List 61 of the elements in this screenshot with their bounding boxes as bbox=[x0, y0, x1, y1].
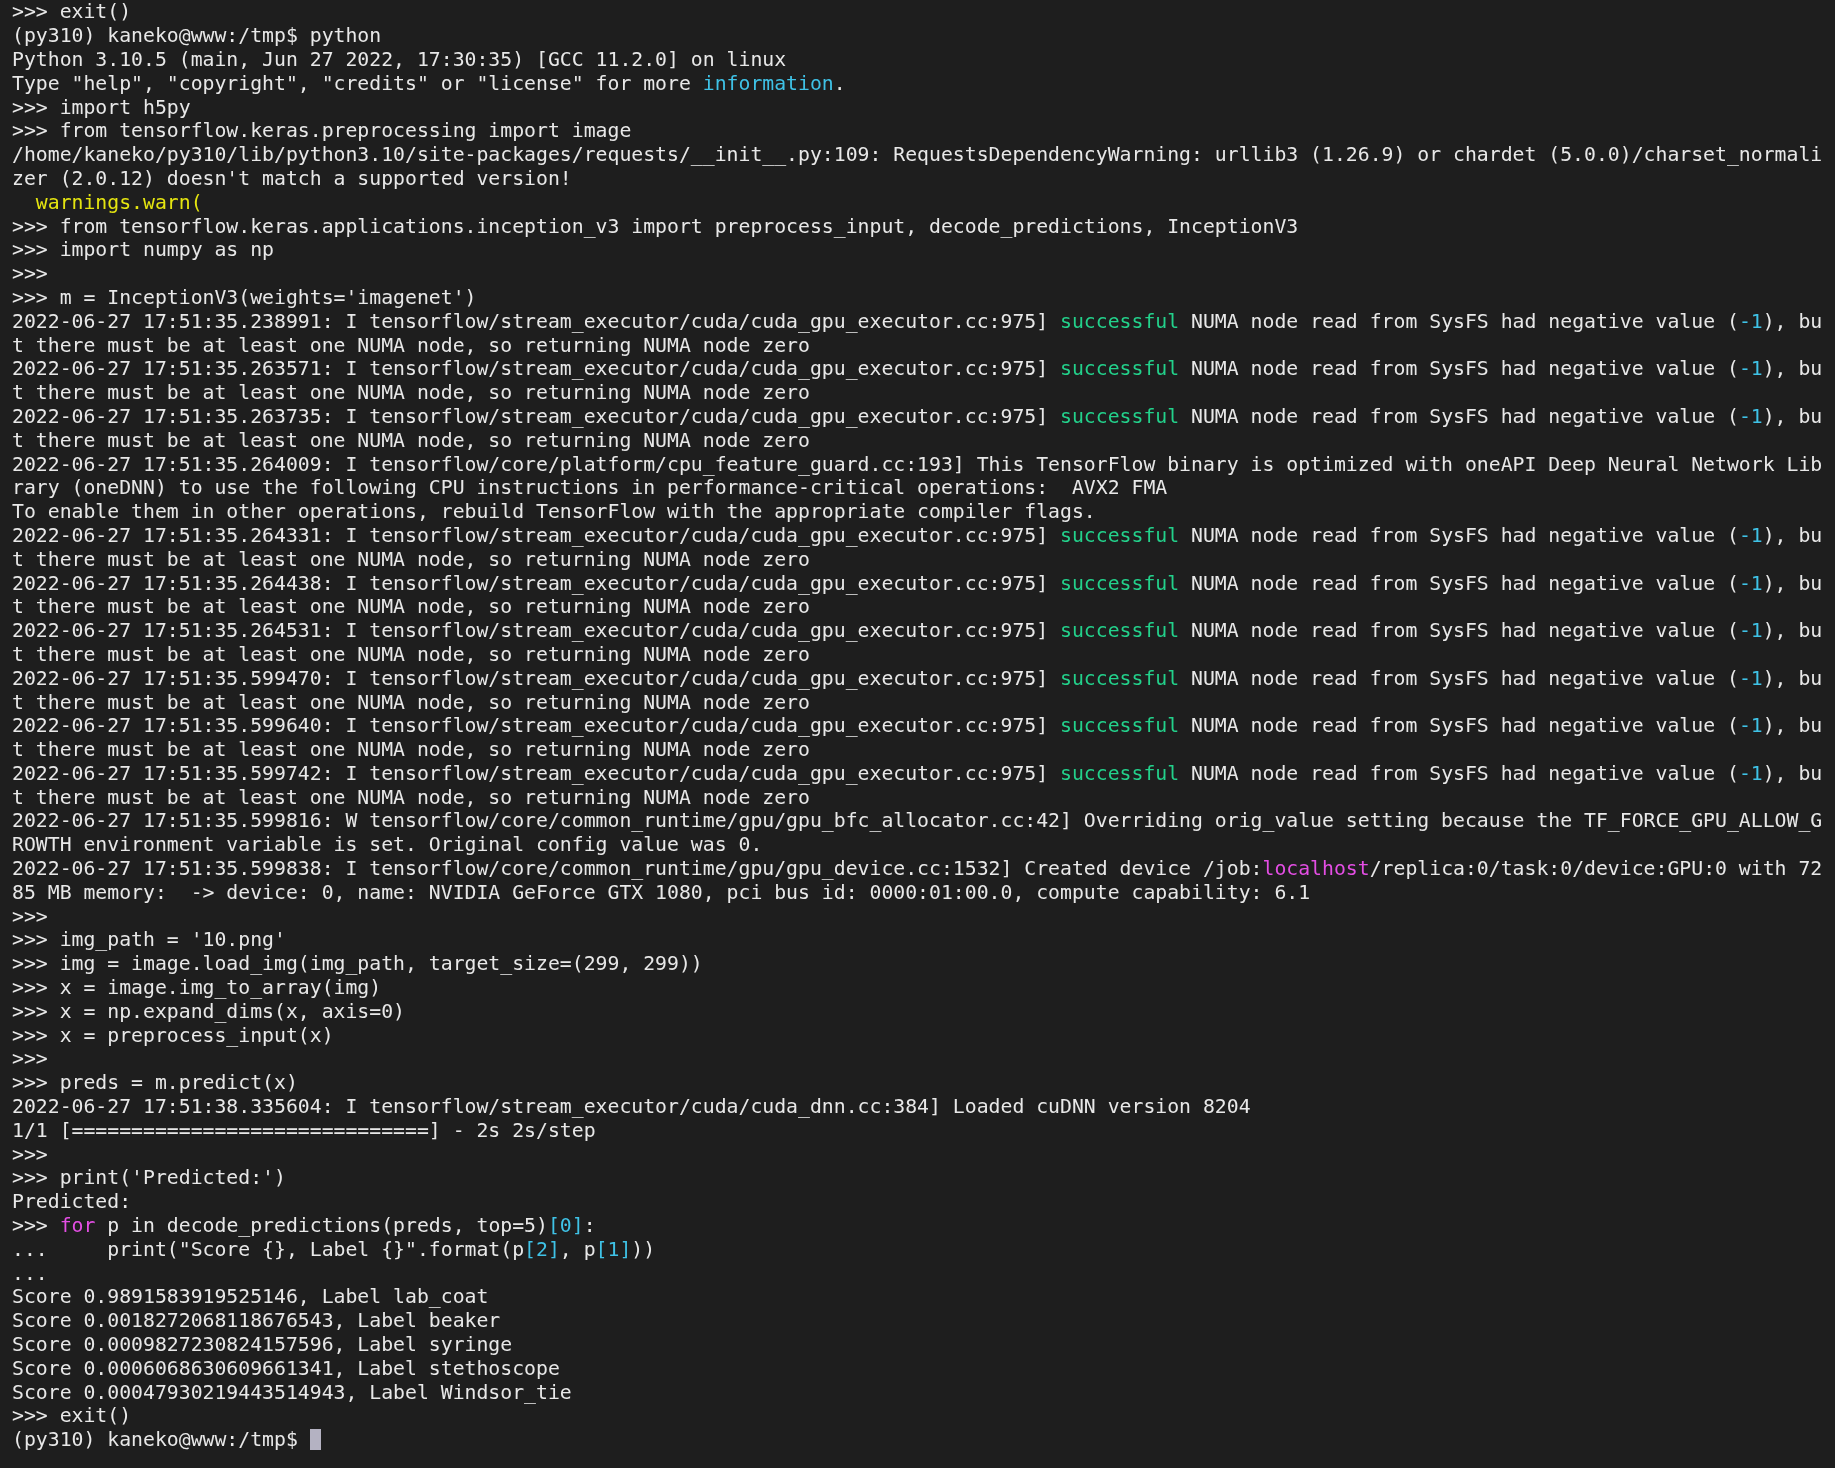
terminal-line: 2022-06-27 17:51:35.264009: I tensorflow/core/platform/cpu_feature_guard.cc:193] This TensorFlow binary is optimized with oneAPI Deep Neural Network Lib bbox=[12, 452, 1823, 476]
terminal-line: ROWTH environment variable is set. Original config value was 0. bbox=[12, 833, 763, 857]
terminal-line: 2022-06-27 17:51:35.264531: I tensorflow/stream_executor/cuda/cuda_gpu_executor.cc:975] successful NUMA node read from SysFS had negative value (-1), bu bbox=[12, 619, 1823, 643]
terminal-line: 2022-06-27 17:51:35.599838: I tensorflow/core/common_runtime/gpu/gpu_device.cc:1532] Created device /job:localhost/replica:0/task:0/device:GPU:0 with 72 bbox=[12, 857, 1823, 881]
terminal-line: Score 0.0009827230824157596, Label syringe bbox=[12, 1333, 513, 1356]
terminal-line: t there must be at least one NUMA node, so returning NUMA node zero bbox=[12, 381, 810, 405]
terminal-line: >>> preds = m.predict(x) bbox=[12, 1071, 298, 1095]
terminal-line: 2022-06-27 17:51:35.599816: W tensorflow/core/common_runtime/gpu/gpu_bfc_allocator.cc:42] Overriding orig_value setting because the TF_FORCE_GPU_ALLOW_G bbox=[12, 809, 1823, 833]
terminal-line: t there must be at least one NUMA node, so returning NUMA node zero bbox=[12, 738, 810, 762]
terminal-line: >>> bbox=[12, 262, 48, 286]
terminal-line: >>> x = image.img_to_array(img) bbox=[12, 976, 382, 1000]
terminal-line: >>> from tensorflow.keras.applications.inception_v3 import preprocess_input, decode_predictions, InceptionV3 bbox=[12, 214, 1299, 238]
terminal-line: t there must be at least one NUMA node, so returning NUMA node zero bbox=[12, 595, 810, 619]
terminal-line: Score 0.0018272068118676543, Label beaker bbox=[12, 1309, 501, 1333]
terminal-line: >>> exit() bbox=[12, 1404, 132, 1428]
terminal-line: >>> bbox=[12, 904, 48, 928]
terminal-line: 2022-06-27 17:51:38.335604: I tensorflow/stream_executor/cuda/cuda_dnn.cc:384] Loaded cuDNN version 8204 bbox=[12, 1095, 1251, 1119]
terminal-line: (py310) kaneko@www:/tmp$ bbox=[12, 1428, 299, 1452]
terminal-line: 2022-06-27 17:51:35.264438: I tensorflow/stream_executor/cuda/cuda_gpu_executor.cc:975] successful NUMA node read from SysFS had negative value (-1), bu bbox=[12, 571, 1823, 595]
terminal-line: >>> x = preprocess_input(x) bbox=[12, 1023, 334, 1047]
terminal-line: 85 MB memory: -> device: 0, name: NVIDIA GeForce GTX 1080, pci bus id: 0000:01:00.0, compute capability: 6.1 bbox=[12, 880, 1311, 904]
terminal-line: >>> import h5py bbox=[12, 95, 191, 119]
terminal-line: Score 0.9891583919525146, Label lab_coat bbox=[12, 1285, 489, 1309]
terminal-line: zer (2.0.12) doesn't match a supported version! bbox=[12, 166, 572, 190]
terminal-line: t there must be at least one NUMA node, so returning NUMA node zero bbox=[12, 333, 810, 357]
terminal-line: 2022-06-27 17:51:35.264331: I tensorflow/stream_executor/cuda/cuda_gpu_executor.cc:975] successful NUMA node read from SysFS had negative value (-1), bu bbox=[12, 523, 1823, 547]
terminal-line: 2022-06-27 17:51:35.599640: I tensorflow/stream_executor/cuda/cuda_gpu_executor.cc:975] successful NUMA node read from SysFS had negative value (-1), bu bbox=[12, 714, 1823, 738]
terminal-line: >>> from tensorflow.keras.preprocessing import image bbox=[12, 119, 632, 143]
terminal-line: warnings.warn( bbox=[34, 190, 203, 214]
terminal-line: (py310) kaneko@www:/tmp$ python bbox=[12, 24, 382, 48]
terminal-line: 2022-06-27 17:51:35.263571: I tensorflow/stream_executor/cuda/cuda_gpu_executor.cc:975] successful NUMA node read from SysFS had negative value (-1), bu bbox=[12, 357, 1823, 381]
terminal-line: >>> bbox=[12, 1047, 48, 1071]
terminal-line: Type "help", "copyright", "credits" or "license" for more information. bbox=[12, 71, 846, 95]
terminal-line: >>> print('Predicted:') bbox=[12, 1166, 286, 1190]
terminal-line: >>> m = InceptionV3(weights='imagenet') bbox=[12, 285, 477, 309]
terminal-line: >>> img_path = '10.png' bbox=[12, 928, 286, 952]
terminal-line: Predicted: bbox=[12, 1190, 132, 1214]
terminal-line: t there must be at least one NUMA node, so returning NUMA node zero bbox=[12, 547, 810, 571]
terminal-line: ... print("Score {}, Label {}".format(p[2], p[1])) bbox=[12, 1237, 656, 1261]
terminal-line: To enable them in other operations, rebuild TensorFlow with the appropriate compiler flags. bbox=[12, 500, 1096, 524]
terminal-line: >>> for p in decode_predictions(preds, top=5)[0]: bbox=[12, 1214, 596, 1238]
terminal-line: rary (oneDNN) to use the following CPU instructions in performance-critical operations: AVX2 FMA bbox=[12, 476, 1168, 500]
terminal-line: ... bbox=[12, 1261, 48, 1285]
terminal-line: /home/kaneko/py310/lib/python3.10/site-packages/requests/__init__.py:109: RequestsDependencyWarning: urllib3 (1.26.9) or chardet (5.0.0)/charset_normali bbox=[12, 143, 1823, 167]
terminal-line: 1/1 [==============================] - 2s 2s/step bbox=[12, 1118, 596, 1142]
terminal-line: >>> import numpy as np bbox=[12, 238, 274, 262]
terminal-line: t there must be at least one NUMA node, so returning NUMA node zero bbox=[12, 785, 810, 809]
terminal-line: Score 0.0006068630609661341, Label stethoscope bbox=[12, 1356, 560, 1380]
terminal-line: Python 3.10.5 (main, Jun 27 2022, 17:30:35) [GCC 11.2.0] on linux bbox=[12, 48, 787, 71]
terminal-line: >>> bbox=[12, 1142, 48, 1166]
terminal-line: 2022-06-27 17:51:35.238991: I tensorflow/stream_executor/cuda/cuda_gpu_executor.cc:975] successful NUMA node read from SysFS had negative value (-1), bu bbox=[12, 309, 1823, 333]
terminal-line: Score 0.00047930219443514943, Label Windsor_tie bbox=[12, 1380, 572, 1404]
terminal-line: 2022-06-27 17:51:35.599470: I tensorflow/stream_executor/cuda/cuda_gpu_executor.cc:975] successful NUMA node read from SysFS had negative value (-1), bu bbox=[12, 666, 1823, 690]
terminal-line: 2022-06-27 17:51:35.599742: I tensorflow/stream_executor/cuda/cuda_gpu_executor.cc:975] successful NUMA node read from SysFS had negative value (-1), bu bbox=[12, 761, 1823, 785]
terminal-line: >>> img = image.load_img(img_path, target_size=(299, 299)) bbox=[12, 952, 703, 976]
terminal-line: >>> exit() bbox=[12, 0, 132, 24]
terminal-line: 2022-06-27 17:51:35.263735: I tensorflow/stream_executor/cuda/cuda_gpu_executor.cc:975] successful NUMA node read from SysFS had negative value (-1), bu bbox=[12, 404, 1823, 428]
terminal-line: t there must be at least one NUMA node, so returning NUMA node zero bbox=[12, 428, 810, 452]
terminal-line: t there must be at least one NUMA node, so returning NUMA node zero bbox=[12, 642, 810, 666]
terminal-line: t there must be at least one NUMA node, so returning NUMA node zero bbox=[12, 690, 810, 714]
terminal-line: >>> x = np.expand_dims(x, axis=0) bbox=[12, 999, 405, 1023]
